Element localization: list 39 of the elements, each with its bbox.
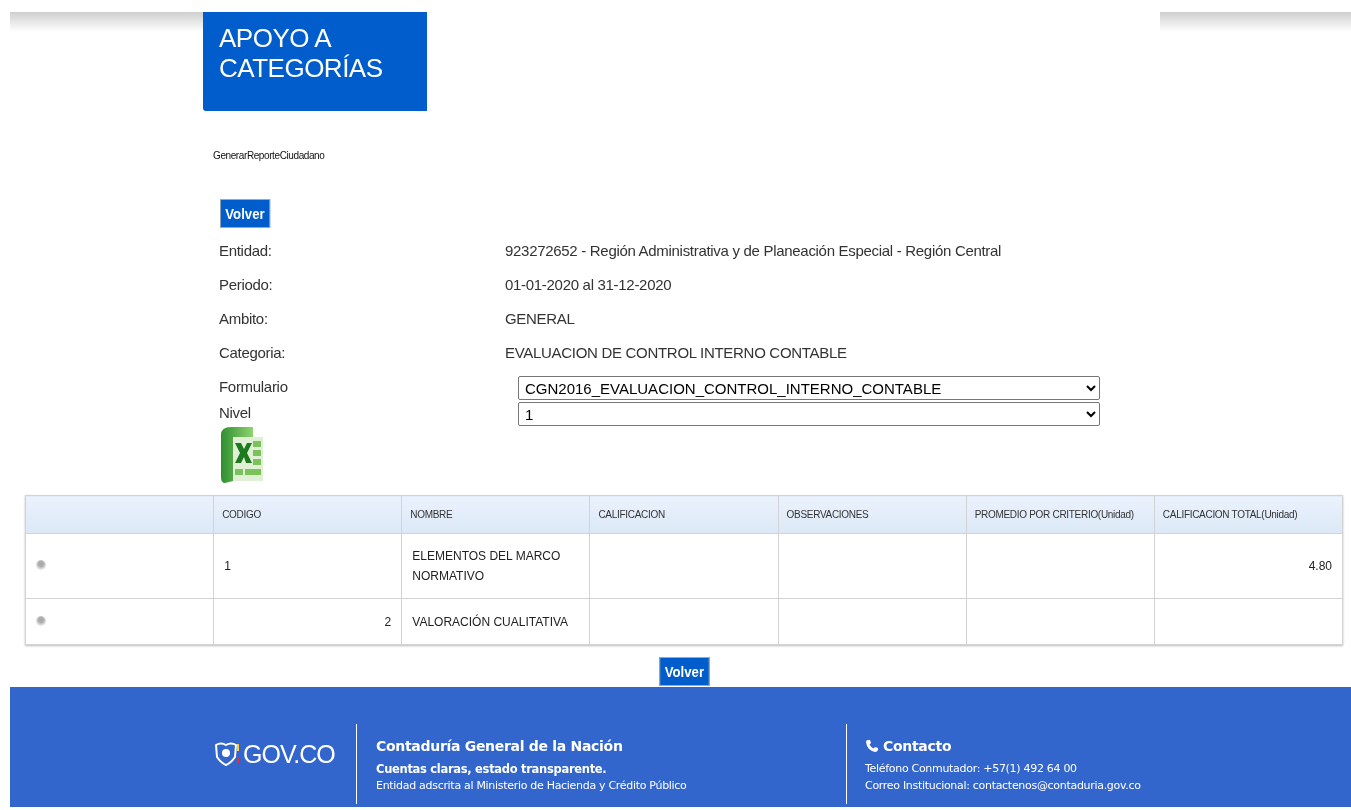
column-header: CALIFICACION TOTAL(Unidad): [1154, 495, 1343, 534]
column-header: PROMEDIO POR CRITERIO(Unidad): [966, 495, 1155, 534]
contact-title: Contacto: [883, 738, 952, 754]
dropdown[interactable]: CGN2016_EVALUACION_CONTROL_INTERNO_CONTABLE: [518, 376, 1100, 400]
field-value: 923272652 - Región Administrativa y de Planeación Especial - Región Central: [505, 241, 1002, 259]
contact-line: Teléfono Conmutador: +57(1) 492 64 00: [865, 762, 1078, 775]
footer-note: Entidad adscrita al Ministerio de Hacienda y Crédito Público: [376, 779, 688, 792]
shield-icon: [213, 741, 239, 767]
field-value: GENERAL: [505, 309, 575, 327]
table-cell: 4.80: [1154, 533, 1343, 599]
column-header: CALIFICACION: [589, 495, 779, 534]
field-label: Categoria:: [219, 343, 287, 361]
dropdown[interactable]: 1: [518, 402, 1100, 426]
field-label: Entidad:: [219, 241, 273, 259]
report-name: GenerarReporteCiudadano: [213, 150, 325, 161]
radio-button[interactable]: [36, 560, 46, 570]
column-header: NOMBRE: [401, 495, 590, 534]
table-cell: 1: [213, 533, 402, 599]
field-label: Formulario: [219, 377, 289, 395]
slogan: Cuentas claras, estado transparente.: [376, 762, 608, 776]
back-button[interactable]: Volver: [659, 657, 709, 686]
table-cell: 2: [213, 598, 402, 645]
column-header: OBSERVACIONES: [778, 495, 967, 534]
footer-title: Contaduría General de la Nación: [376, 738, 624, 754]
logo-text[interactable]: GOV.CO: [243, 739, 335, 769]
contact-line: Correo Institucional: contactenos@contaduria.gov.co: [865, 779, 1141, 792]
page-title: APOYO A CATEGORÍAS: [203, 12, 427, 111]
back-button[interactable]: Volver: [220, 199, 270, 228]
table-cell: ELEMENTOS DEL MARCO NORMATIVO: [401, 533, 590, 599]
field-label: Ambito:: [219, 309, 269, 327]
field-label: Periodo:: [219, 275, 274, 293]
radio-button[interactable]: [36, 615, 46, 626]
spreadsheet-icon[interactable]: [219, 425, 265, 485]
field-value: 01-01-2020 al 31-12-2020: [505, 275, 672, 293]
column-header: CODIGO: [213, 495, 402, 534]
field-label: Nivel: [219, 403, 252, 421]
table-cell: VALORACIÓN CUALITATIVA: [401, 598, 590, 645]
field-value: EVALUACION DE CONTROL INTERNO CONTABLE: [505, 343, 847, 361]
phone-icon: [865, 739, 879, 753]
